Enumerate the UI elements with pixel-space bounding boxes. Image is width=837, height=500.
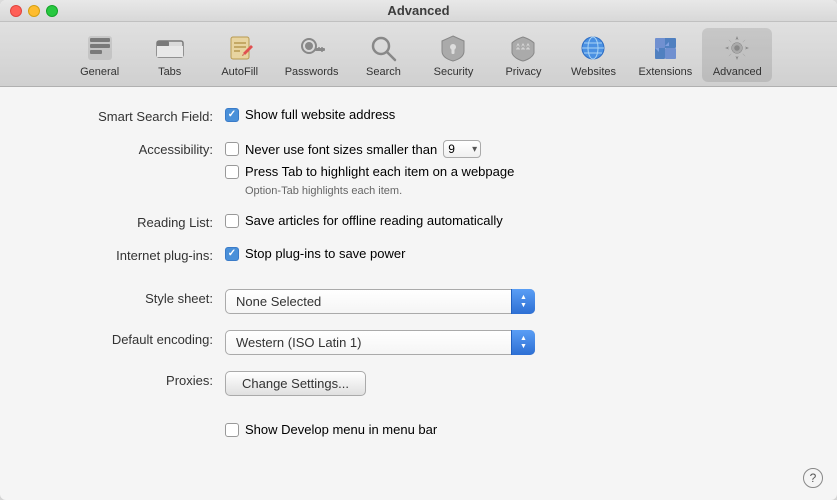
websites-label: Websites (571, 66, 616, 78)
font-size-row: Never use font sizes smaller than 9 10 1… (225, 140, 797, 158)
develop-menu-controls: Show Develop menu in menu bar (225, 422, 797, 437)
default-encoding-row: Default encoding: Western (ISO Latin 1) … (40, 330, 797, 355)
stop-plugins-checkbox[interactable] (225, 247, 239, 261)
develop-menu-row: Show Develop menu in menu bar (40, 422, 797, 437)
general-label: General (80, 66, 119, 78)
proxies-row: Proxies: Change Settings... (40, 371, 797, 396)
toolbar-item-security[interactable]: Security (418, 28, 488, 82)
internet-plugins-label: Internet plug-ins: (40, 246, 225, 263)
stop-plugins-label: Stop plug-ins to save power (245, 246, 405, 261)
titlebar: Advanced (0, 0, 837, 22)
toolbar-item-autofill[interactable]: AutoFill (205, 28, 275, 82)
develop-menu-empty-label (40, 422, 225, 424)
style-sheet-label: Style sheet: (40, 289, 225, 306)
proxies-label: Proxies: (40, 371, 225, 388)
toolbar-item-general[interactable]: General (65, 28, 135, 82)
search-icon (367, 32, 399, 64)
window: Advanced General Tabs (0, 0, 837, 500)
toolbar-item-advanced[interactable]: Advanced (702, 28, 772, 82)
tab-hint-text: Option-Tab highlights each item. (245, 185, 797, 197)
style-sheet-select[interactable]: None Selected Other... (225, 289, 535, 314)
proxies-controls: Change Settings... (225, 371, 797, 396)
window-title: Advanced (387, 3, 449, 18)
toolbar: General Tabs (0, 22, 837, 87)
stop-plugins-row: Stop plug-ins to save power (225, 246, 797, 261)
default-encoding-label: Default encoding: (40, 330, 225, 347)
smart-search-label: Smart Search Field: (40, 107, 225, 124)
develop-menu-check-row: Show Develop menu in menu bar (225, 422, 797, 437)
accessibility-row: Accessibility: Never use font sizes smal… (40, 140, 797, 197)
reading-list-row: Reading List: Save articles for offline … (40, 213, 797, 230)
style-sheet-select-row: None Selected Other... (225, 289, 797, 314)
develop-menu-label: Show Develop menu in menu bar (245, 422, 437, 437)
font-size-label: Never use font sizes smaller than (245, 142, 437, 157)
extensions-label: Extensions (638, 66, 692, 78)
security-label: Security (434, 66, 474, 78)
change-settings-button[interactable]: Change Settings... (225, 371, 366, 396)
passwords-icon (296, 32, 328, 64)
show-full-address-text: Show full website address (245, 107, 395, 122)
font-size-select-wrapper: 9 10 12 14 (443, 140, 481, 158)
toolbar-item-passwords[interactable]: Passwords (275, 28, 349, 82)
maximize-button[interactable] (46, 5, 58, 17)
general-icon (84, 32, 116, 64)
tabs-label: Tabs (158, 66, 181, 78)
style-sheet-controls: None Selected Other... (225, 289, 797, 314)
press-tab-row: Press Tab to highlight each item on a we… (225, 164, 797, 179)
advanced-icon (721, 32, 753, 64)
toolbar-item-search[interactable]: Search (348, 28, 418, 82)
press-tab-label: Press Tab to highlight each item on a we… (245, 164, 514, 179)
toolbar-item-websites[interactable]: Websites (558, 28, 628, 82)
help-button[interactable]: ? (803, 468, 823, 488)
develop-menu-checkbox[interactable] (225, 423, 239, 437)
default-encoding-controls: Western (ISO Latin 1) Unicode (UTF-8) Ja… (225, 330, 797, 355)
save-articles-row: Save articles for offline reading automa… (225, 213, 797, 228)
style-sheet-row: Style sheet: None Selected Other... (40, 289, 797, 314)
passwords-label: Passwords (285, 66, 339, 78)
search-label: Search (366, 66, 401, 78)
save-articles-label: Save articles for offline reading automa… (245, 213, 503, 228)
privacy-label: Privacy (505, 66, 541, 78)
advanced-label: Advanced (713, 66, 762, 78)
smart-search-row: Smart Search Field: Show full website ad… (40, 107, 797, 124)
content-area: Smart Search Field: Show full website ad… (0, 87, 837, 500)
privacy-icon (507, 32, 539, 64)
font-size-checkbox[interactable] (225, 142, 239, 156)
default-encoding-select-row: Western (ISO Latin 1) Unicode (UTF-8) Ja… (225, 330, 797, 355)
show-full-address-row: Show full website address (225, 107, 797, 122)
extensions-icon (649, 32, 681, 64)
toolbar-item-extensions[interactable]: Extensions (628, 28, 702, 82)
proxies-button-row: Change Settings... (225, 371, 797, 396)
reading-list-label: Reading List: (40, 213, 225, 230)
websites-icon (577, 32, 609, 64)
close-button[interactable] (10, 5, 22, 17)
style-sheet-select-wrapper: None Selected Other... (225, 289, 535, 314)
accessibility-controls: Never use font sizes smaller than 9 10 1… (225, 140, 797, 197)
autofill-icon (224, 32, 256, 64)
tabs-icon (154, 32, 186, 64)
toolbar-item-privacy[interactable]: Privacy (488, 28, 558, 82)
traffic-lights (10, 5, 58, 17)
accessibility-label: Accessibility: (40, 140, 225, 157)
internet-plugins-controls: Stop plug-ins to save power (225, 246, 797, 261)
security-icon (437, 32, 469, 64)
press-tab-checkbox[interactable] (225, 165, 239, 179)
save-articles-checkbox[interactable] (225, 214, 239, 228)
internet-plugins-row: Internet plug-ins: Stop plug-ins to save… (40, 246, 797, 263)
font-size-select[interactable]: 9 10 12 14 (443, 140, 481, 158)
minimize-button[interactable] (28, 5, 40, 17)
default-encoding-select-wrapper: Western (ISO Latin 1) Unicode (UTF-8) Ja… (225, 330, 535, 355)
show-full-address-checkbox[interactable] (225, 108, 239, 122)
autofill-label: AutoFill (221, 66, 258, 78)
reading-list-controls: Save articles for offline reading automa… (225, 213, 797, 228)
toolbar-item-tabs[interactable]: Tabs (135, 28, 205, 82)
default-encoding-select[interactable]: Western (ISO Latin 1) Unicode (UTF-8) Ja… (225, 330, 535, 355)
smart-search-controls: Show full website address (225, 107, 797, 122)
